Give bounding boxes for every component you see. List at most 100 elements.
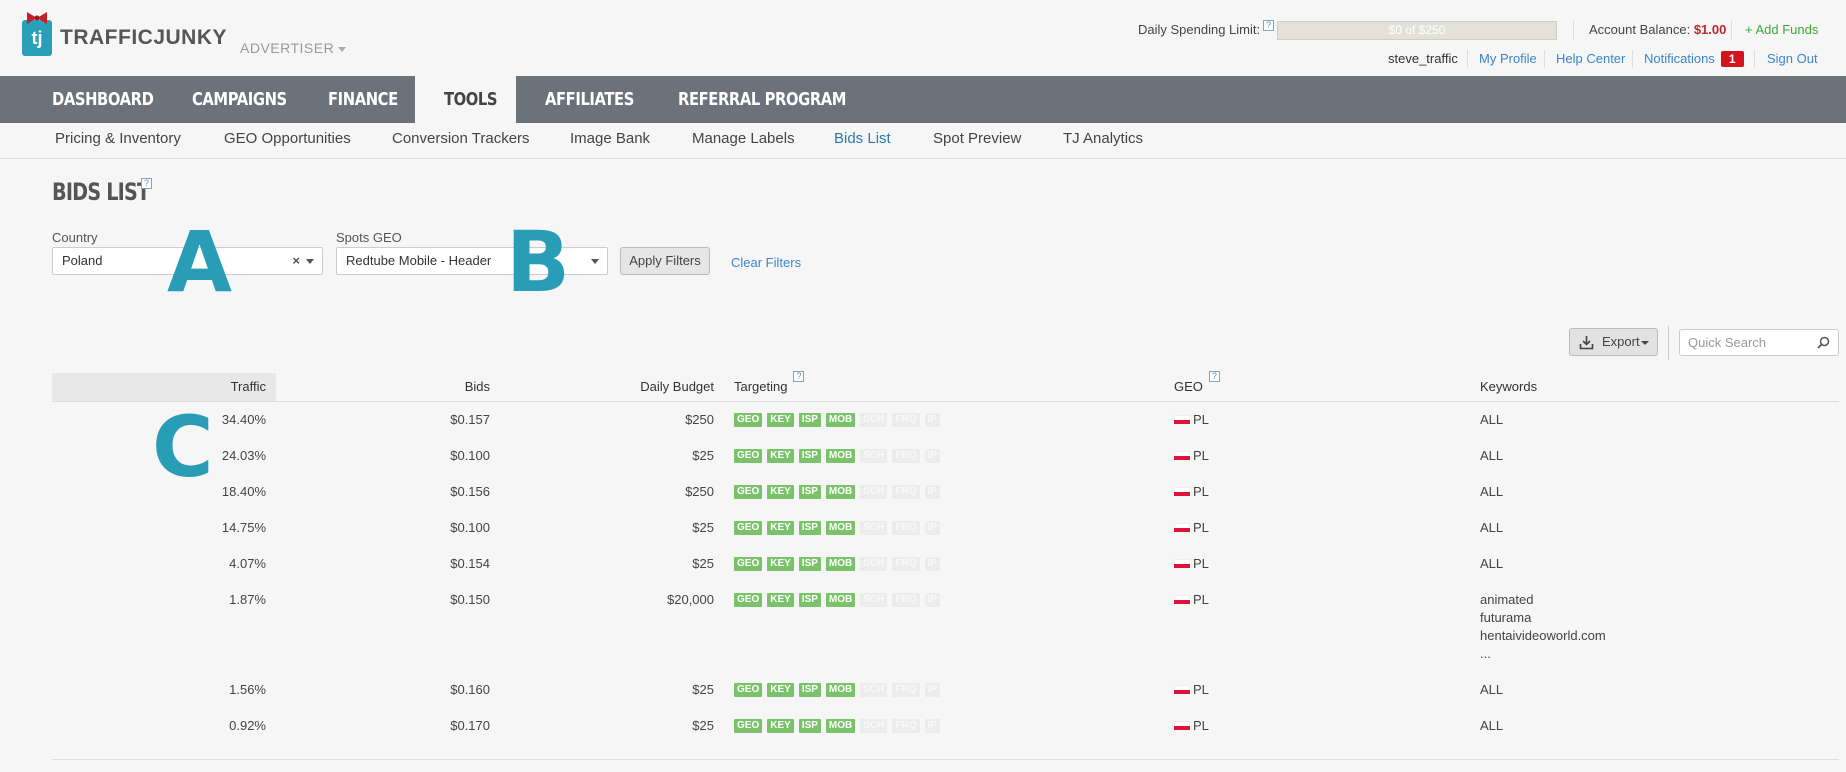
targeting-tag-frq[interactable]: FRQ	[892, 557, 920, 571]
targeting-tag-sch[interactable]: SCH	[860, 557, 888, 571]
targeting-tag-ip[interactable]: IP	[924, 449, 940, 463]
nav-finance[interactable]: FINANCE	[328, 76, 398, 123]
search-icon[interactable]	[1817, 336, 1830, 349]
targeting-tag-isp[interactable]: ISP	[798, 521, 821, 535]
targeting-tag-isp[interactable]: ISP	[798, 593, 821, 607]
subnav-geo-opportunities[interactable]: GEO Opportunities	[224, 130, 351, 147]
nav-referral-program[interactable]: REFERRAL PROGRAM	[678, 76, 846, 123]
column-header-bids[interactable]: Bids	[300, 373, 490, 401]
clear-icon[interactable]: ×	[292, 248, 300, 274]
targeting-tag-geo[interactable]: GEO	[734, 413, 763, 427]
targeting-tags: GEO KEY ISP MOB SCH FRQ IP	[734, 719, 940, 733]
targeting-tag-frq[interactable]: FRQ	[892, 413, 920, 427]
targeting-tag-mob[interactable]: MOB	[825, 521, 856, 535]
targeting-tag-key[interactable]: KEY	[767, 557, 794, 571]
targeting-tag-geo[interactable]: GEO	[734, 719, 763, 733]
targeting-tag-sch[interactable]: SCH	[860, 719, 888, 733]
subnav-spot-preview[interactable]: Spot Preview	[933, 130, 1021, 147]
subnav-pricing-inventory[interactable]: Pricing & Inventory	[55, 130, 181, 147]
column-header-daily-budget[interactable]: Daily Budget	[520, 373, 714, 401]
targeting-tag-geo[interactable]: GEO	[734, 449, 763, 463]
targeting-tag-key[interactable]: KEY	[767, 593, 794, 607]
targeting-tag-mob[interactable]: MOB	[825, 557, 856, 571]
help-icon[interactable]: ?	[1263, 20, 1275, 31]
targeting-tag-key[interactable]: KEY	[767, 449, 794, 463]
geo-header-label: GEO	[1174, 379, 1203, 394]
targeting-tag-mob[interactable]: MOB	[825, 683, 856, 697]
column-header-traffic[interactable]: Traffic	[52, 373, 266, 401]
targeting-tag-mob[interactable]: MOB	[825, 593, 856, 607]
targeting-tag-ip[interactable]: IP	[924, 521, 940, 535]
targeting-tag-frq[interactable]: FRQ	[892, 521, 920, 535]
targeting-tag-isp[interactable]: ISP	[798, 413, 821, 427]
targeting-tag-sch[interactable]: SCH	[860, 485, 888, 499]
subnav-tj-analytics[interactable]: TJ Analytics	[1063, 130, 1143, 147]
targeting-tag-isp[interactable]: ISP	[798, 683, 821, 697]
subnav-manage-labels[interactable]: Manage Labels	[692, 130, 795, 147]
targeting-tag-geo[interactable]: GEO	[734, 683, 763, 697]
nav-dashboard[interactable]: DASHBOARD	[52, 76, 154, 123]
my-profile-link[interactable]: My Profile	[1479, 51, 1537, 66]
targeting-tag-geo[interactable]: GEO	[734, 593, 763, 607]
column-header-targeting[interactable]: Targeting?	[734, 371, 805, 401]
targeting-tag-key[interactable]: KEY	[767, 683, 794, 697]
targeting-tag-ip[interactable]: IP	[924, 485, 940, 499]
column-header-geo[interactable]: GEO?	[1174, 371, 1220, 401]
targeting-tag-geo[interactable]: GEO	[734, 485, 763, 499]
help-icon[interactable]: ?	[141, 178, 152, 189]
targeting-tags: GEO KEY ISP MOB SCH FRQ IP	[734, 449, 940, 463]
targeting-tag-key[interactable]: KEY	[767, 413, 794, 427]
export-button[interactable]: Export	[1569, 328, 1658, 356]
subnav-bids-list[interactable]: Bids List	[834, 130, 891, 147]
targeting-tag-frq[interactable]: FRQ	[892, 593, 920, 607]
logo[interactable]: tj TRAFFICJUNKY	[22, 12, 227, 58]
targeting-tag-isp[interactable]: ISP	[798, 485, 821, 499]
role-dropdown[interactable]: ADVERTISER	[240, 40, 347, 56]
targeting-tag-mob[interactable]: MOB	[825, 413, 856, 427]
help-center-link[interactable]: Help Center	[1556, 51, 1625, 66]
help-icon[interactable]: ?	[1208, 371, 1220, 382]
sign-out-link[interactable]: Sign Out	[1767, 51, 1818, 66]
subnav-image-bank[interactable]: Image Bank	[570, 130, 650, 147]
targeting-tag-frq[interactable]: FRQ	[892, 683, 920, 697]
targeting-tag-frq[interactable]: FRQ	[892, 719, 920, 733]
traffic-cell: 1.56%	[229, 682, 266, 697]
apply-filters-button[interactable]: Apply Filters	[620, 247, 710, 275]
help-icon[interactable]: ?	[793, 371, 805, 382]
targeting-tag-ip[interactable]: IP	[924, 557, 940, 571]
targeting-tag-frq[interactable]: FRQ	[892, 485, 920, 499]
subnav-conversion-trackers[interactable]: Conversion Trackers	[392, 130, 530, 147]
targeting-tag-key[interactable]: KEY	[767, 485, 794, 499]
targeting-tag-key[interactable]: KEY	[767, 521, 794, 535]
targeting-tag-sch[interactable]: SCH	[860, 593, 888, 607]
targeting-tag-sch[interactable]: SCH	[860, 521, 888, 535]
clear-filters-link[interactable]: Clear Filters	[731, 255, 801, 270]
notifications-link[interactable]: Notifications 1	[1644, 51, 1744, 67]
targeting-tag-ip[interactable]: IP	[924, 719, 940, 733]
nav-affiliates[interactable]: AFFILIATES	[545, 76, 634, 123]
targeting-tag-sch[interactable]: SCH	[860, 449, 888, 463]
targeting-tag-ip[interactable]: IP	[924, 683, 940, 697]
targeting-tag-mob[interactable]: MOB	[825, 485, 856, 499]
add-funds-link[interactable]: + Add Funds	[1745, 22, 1818, 37]
poland-flag-icon	[1174, 415, 1190, 425]
targeting-tags: GEO KEY ISP MOB SCH FRQ IP	[734, 683, 940, 697]
targeting-tag-sch[interactable]: SCH	[860, 413, 888, 427]
targeting-tag-geo[interactable]: GEO	[734, 557, 763, 571]
targeting-tag-frq[interactable]: FRQ	[892, 449, 920, 463]
column-header-keywords[interactable]: Keywords	[1480, 373, 1537, 401]
targeting-tag-mob[interactable]: MOB	[825, 719, 856, 733]
targeting-tag-isp[interactable]: ISP	[798, 449, 821, 463]
targeting-tag-isp[interactable]: ISP	[798, 719, 821, 733]
targeting-tag-geo[interactable]: GEO	[734, 521, 763, 535]
targeting-tag-sch[interactable]: SCH	[860, 683, 888, 697]
targeting-tag-ip[interactable]: IP	[924, 593, 940, 607]
nav-tools[interactable]: TOOLS	[444, 76, 498, 123]
targeting-tag-isp[interactable]: ISP	[798, 557, 821, 571]
targeting-tag-mob[interactable]: MOB	[825, 449, 856, 463]
daily-budget-cell: $20,000	[667, 592, 714, 607]
targeting-tag-key[interactable]: KEY	[767, 719, 794, 733]
quick-search-input[interactable]: Quick Search	[1679, 329, 1839, 356]
targeting-tag-ip[interactable]: IP	[924, 413, 940, 427]
nav-campaigns[interactable]: CAMPAIGNS	[192, 76, 287, 123]
